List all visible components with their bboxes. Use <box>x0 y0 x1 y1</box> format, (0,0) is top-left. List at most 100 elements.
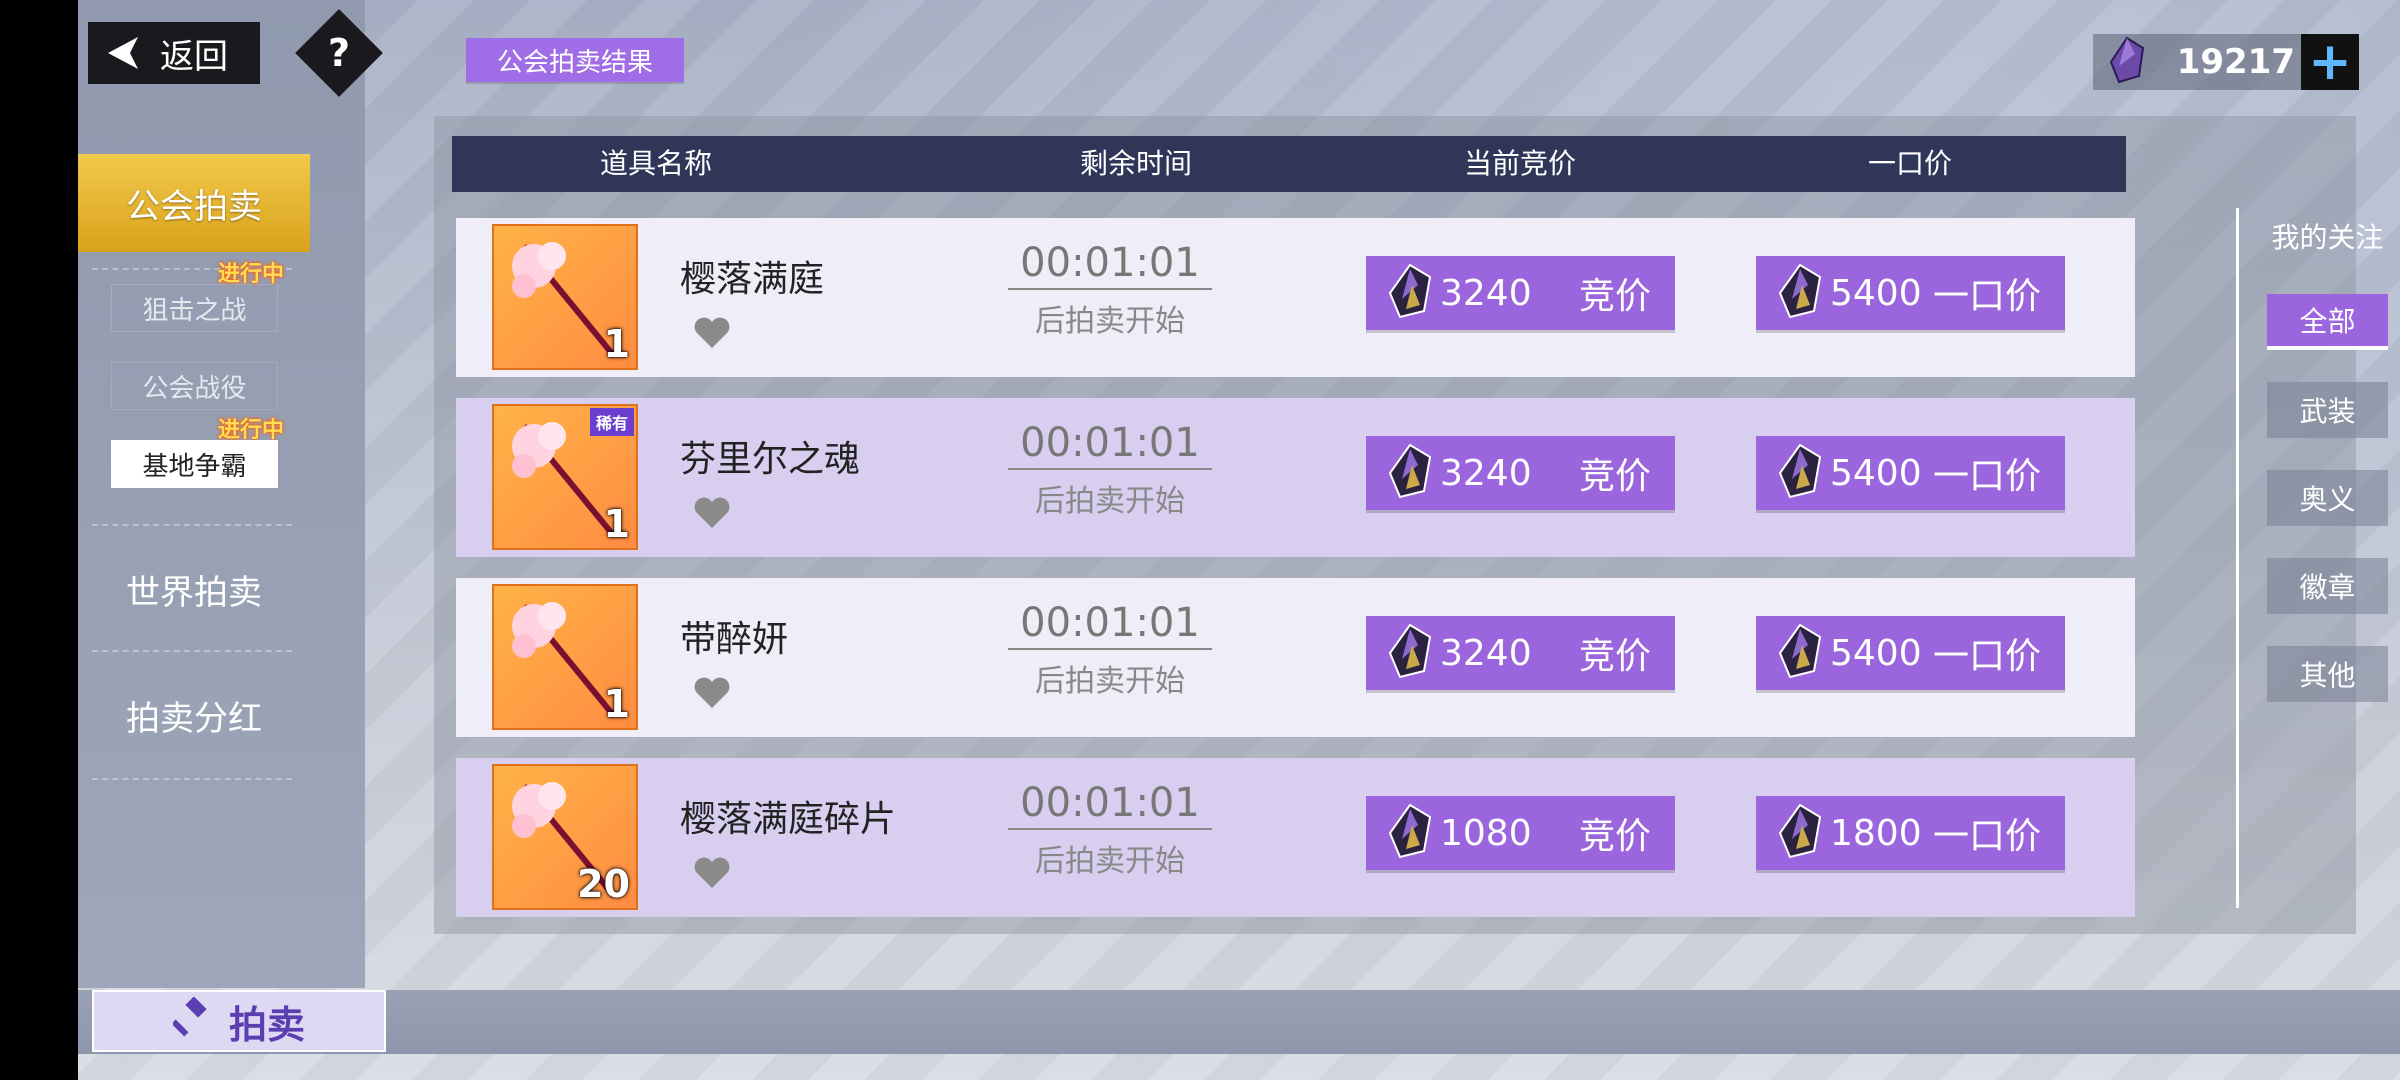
purple-crystal-icon <box>1386 803 1434 863</box>
buyout-label: 一口价 <box>1932 276 2041 317</box>
sidebar <box>78 0 365 988</box>
filter-ultimate[interactable]: 奥义 <box>2267 470 2388 526</box>
bid-label: 竞价 <box>1578 816 1651 857</box>
bid-label: 竞价 <box>1578 276 1651 317</box>
buyout-button[interactable]: 5400 一口价 <box>1756 256 2065 330</box>
remaining-time: 00:01:01 后拍卖开始 <box>1008 600 1212 700</box>
nav-sub-snipe-battle[interactable]: 狙击之战 <box>111 284 278 332</box>
nav-sub-base-battle[interactable]: 基地争霸 <box>111 440 278 488</box>
buyout-price: 5400 <box>1830 452 1922 494</box>
remaining-time: 00:01:01 后拍卖开始 <box>1008 780 1212 880</box>
buyout-button[interactable]: 5400 一口价 <box>1756 616 2065 690</box>
column-item-name: 道具名称 <box>600 147 713 180</box>
filter-other[interactable]: 其他 <box>2267 646 2388 702</box>
bid-label: 竞价 <box>1578 456 1651 497</box>
rarity-badge: 稀有 <box>589 408 634 436</box>
item-name: 芬里尔之魂 <box>680 439 861 480</box>
nav-guild-auction[interactable]: 公会拍卖 <box>78 154 310 252</box>
add-currency-button[interactable]: + <box>2301 32 2359 92</box>
currency-display: 19217 <box>2093 34 2315 90</box>
buyout-price: 5400 <box>1830 632 1922 674</box>
buyout-button[interactable]: 5400 一口价 <box>1756 436 2065 510</box>
item-thumbnail[interactable]: 稀有 1 <box>492 404 638 550</box>
purple-crystal-icon <box>1776 803 1824 863</box>
bottom-bar <box>78 990 2400 1054</box>
item-thumbnail[interactable]: 1 <box>492 584 638 730</box>
bid-button[interactable]: 3240 竞价 <box>1366 616 1675 690</box>
filter-weapon[interactable]: 武装 <box>2267 382 2388 438</box>
countdown: 00:01:01 <box>1008 420 1212 470</box>
heart-icon[interactable] <box>692 856 732 894</box>
countdown-note: 后拍卖开始 <box>1035 844 1185 879</box>
heart-icon[interactable] <box>692 676 732 714</box>
bid-price: 3240 <box>1440 632 1532 674</box>
table-header: 道具名称 剩余时间 当前竞价 一口价 <box>452 136 2126 192</box>
back-button[interactable]: 返回 <box>88 22 260 84</box>
nav-sub-guild-campaign[interactable]: 公会战役 <box>111 362 278 410</box>
buyout-label: 一口价 <box>1932 816 2041 857</box>
nav-auction-dividend[interactable]: 拍卖分红 <box>78 666 310 764</box>
filter-all[interactable]: 全部 <box>2267 294 2388 350</box>
column-current-bid: 当前竞价 <box>1464 147 1577 180</box>
page-title: 公会拍卖结果 <box>466 38 684 82</box>
purple-crystal-icon <box>1776 263 1824 323</box>
bid-button[interactable]: 1080 竞价 <box>1366 796 1675 870</box>
countdown-note: 后拍卖开始 <box>1035 484 1185 519</box>
bid-button[interactable]: 3240 竞价 <box>1366 436 1675 510</box>
back-arrow-icon <box>102 33 142 73</box>
countdown-note: 后拍卖开始 <box>1035 664 1185 699</box>
column-buyout: 一口价 <box>1868 147 1953 180</box>
heart-icon[interactable] <box>692 316 732 354</box>
purple-crystal-icon <box>1776 443 1824 503</box>
bid-price: 3240 <box>1440 452 1532 494</box>
buyout-price: 5400 <box>1830 272 1922 314</box>
filter-badge[interactable]: 徽章 <box>2267 558 2388 614</box>
divider <box>92 524 292 526</box>
buyout-label: 一口价 <box>1932 456 2041 497</box>
table-row[interactable]: 稀有 1 芬里尔之魂 00:01:01 后拍卖开始 3240 竞价 5400 一… <box>456 398 2135 557</box>
countdown: 00:01:01 <box>1008 600 1212 650</box>
purple-crystal-icon <box>1386 623 1434 683</box>
countdown: 00:01:01 <box>1008 780 1212 830</box>
buyout-button[interactable]: 1800 一口价 <box>1756 796 2065 870</box>
buyout-label: 一口价 <box>1932 636 2041 677</box>
purple-crystal-icon <box>2107 36 2147 88</box>
item-quantity: 1 <box>603 322 630 366</box>
auction-tab[interactable]: 拍卖 <box>92 990 386 1052</box>
bid-button[interactable]: 3240 竞价 <box>1366 256 1675 330</box>
item-name: 带醉妍 <box>680 619 789 660</box>
bid-price: 3240 <box>1440 272 1532 314</box>
auction-tab-label: 拍卖 <box>228 1002 305 1047</box>
remaining-time: 00:01:01 后拍卖开始 <box>1008 240 1212 340</box>
game-screen: 返回 ? 公会拍卖 进行中 狙击之战 公会战役 进行中 基地争霸 世界拍卖 拍卖… <box>78 0 2400 1080</box>
divider <box>92 778 292 780</box>
buyout-price: 1800 <box>1830 812 1922 854</box>
item-thumbnail[interactable]: 20 <box>492 764 638 910</box>
currency-amount: 19217 <box>2176 42 2295 82</box>
nav-world-auction[interactable]: 世界拍卖 <box>78 540 310 638</box>
item-thumbnail[interactable]: 1 <box>492 224 638 370</box>
item-name: 樱落满庭碎片 <box>680 799 897 840</box>
item-quantity: 1 <box>603 682 630 726</box>
remaining-time: 00:01:01 后拍卖开始 <box>1008 420 1212 520</box>
column-remaining-time: 剩余时间 <box>1080 147 1193 180</box>
item-quantity: 1 <box>603 502 630 546</box>
item-name: 樱落满庭 <box>680 259 825 300</box>
divider <box>92 650 292 652</box>
bid-price: 1080 <box>1440 812 1532 854</box>
back-label: 返回 <box>160 36 228 77</box>
table-row[interactable]: 1 樱落满庭 00:01:01 后拍卖开始 3240 竞价 5400 一口价 <box>456 218 2135 377</box>
bid-label: 竞价 <box>1578 636 1651 677</box>
filter-my-watch[interactable]: 我的关注 <box>2267 208 2388 264</box>
heart-icon[interactable] <box>692 496 732 534</box>
item-quantity: 20 <box>577 862 630 906</box>
countdown: 00:01:01 <box>1008 240 1212 290</box>
purple-crystal-icon <box>1776 623 1824 683</box>
countdown-note: 后拍卖开始 <box>1035 304 1185 339</box>
purple-crystal-icon <box>1386 443 1434 503</box>
help-icon: ? <box>327 30 351 75</box>
table-row[interactable]: 20 樱落满庭碎片 00:01:01 后拍卖开始 1080 竞价 1800 一口… <box>456 758 2135 917</box>
hammer-icon <box>171 995 213 1046</box>
table-row[interactable]: 1 带醉妍 00:01:01 后拍卖开始 3240 竞价 5400 一口价 <box>456 578 2135 737</box>
purple-crystal-icon <box>1386 263 1434 323</box>
